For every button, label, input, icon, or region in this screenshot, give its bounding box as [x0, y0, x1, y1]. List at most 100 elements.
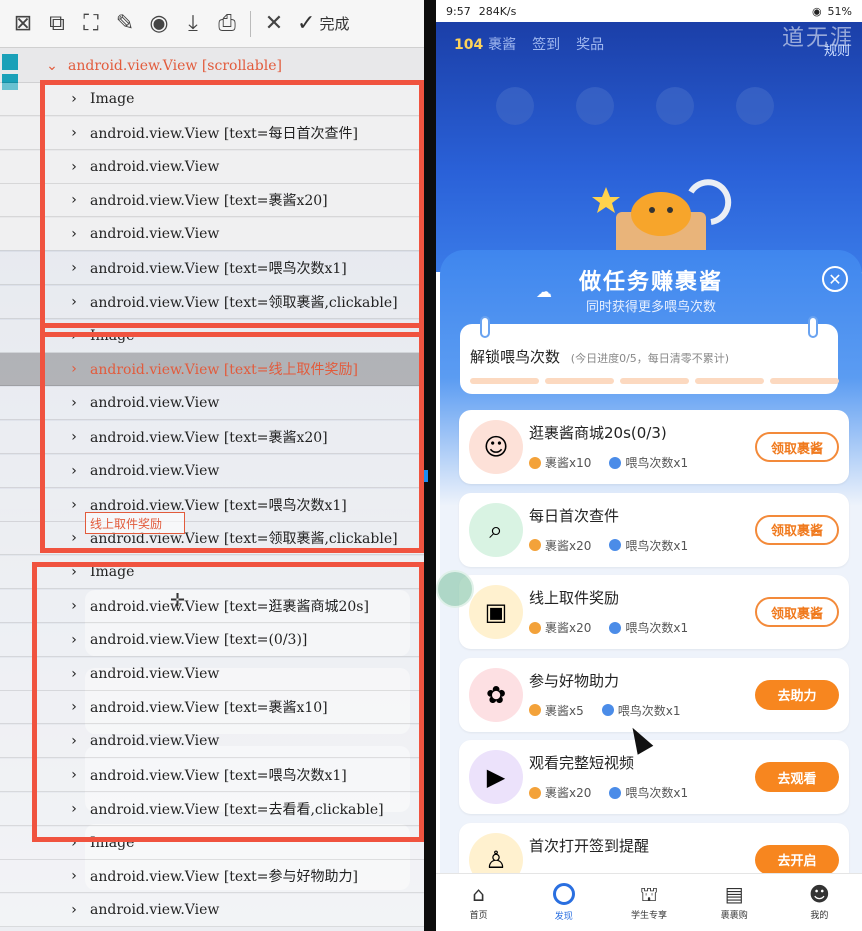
- bird-icon: [601, 704, 614, 716]
- highlight-box: [40, 80, 424, 337]
- bird-icon: [609, 456, 622, 469]
- progress-segment: [470, 378, 539, 384]
- coin-counter[interactable]: 104 裹酱: [454, 34, 516, 54]
- prize-link[interactable]: 奖品: [576, 34, 604, 54]
- chevron-right-icon: ›: [71, 902, 77, 919]
- coin-icon: [529, 621, 541, 634]
- tab-graduation-cap[interactable]: ⛫ 学生专享: [606, 874, 691, 931]
- rule-link[interactable]: 规则: [824, 40, 850, 59]
- task-item: ▶ 观看完整短视频裹酱x20 喂鸟次数x1 去观看: [459, 740, 849, 814]
- floating-button[interactable]: [436, 570, 474, 608]
- task-action-button[interactable]: 去助力: [755, 679, 839, 710]
- task-name: 每日首次查件: [529, 506, 620, 525]
- task-rewards: 裹酱x20 喂鸟次数x1: [529, 619, 688, 636]
- task-item: ☺ 逛裹酱商城20s(0/3) 裹酱x10 喂鸟次数x1 领取裹酱: [459, 410, 849, 484]
- graduation-cap-icon: ⛫: [639, 882, 659, 906]
- check-icon: ✓: [297, 11, 316, 36]
- chevron-down-icon: ⌄: [46, 58, 58, 74]
- shopping-box-icon: ▤: [724, 882, 744, 906]
- coin-icon: [529, 704, 541, 716]
- tree-node-header[interactable]: ⌄ android.view.View [scrollable]: [0, 50, 424, 83]
- crop-icon[interactable]: ⛶: [74, 4, 108, 44]
- task-name: 线上取件奖励: [529, 589, 620, 607]
- tab-discover[interactable]: 发现: [521, 874, 606, 931]
- split-divider[interactable]: [424, 0, 436, 931]
- progress-segment: [545, 378, 614, 384]
- sign-in-link[interactable]: 签到: [532, 34, 560, 54]
- task-card-title: 做任务赚裹酱: [578, 270, 723, 295]
- select-icon[interactable]: ⊠: [6, 4, 40, 44]
- task-icon: ✿: [469, 667, 523, 722]
- wifi-icon: ◉: [811, 4, 822, 18]
- close-icon[interactable]: ✕: [822, 266, 848, 292]
- crosshair-icon: ✛: [170, 590, 186, 611]
- bird-icon: [609, 621, 622, 634]
- pin-icon[interactable]: ✎: [108, 4, 142, 44]
- hero-banner: 104 裹酱 签到 奖品 道无涯 规则: [436, 22, 862, 272]
- screen: ⊠ ⧉ ⛶ ✎ ◉ ⤓ ⎙ ✕ ✓ 完成 ⌄ android.view.View…: [0, 0, 862, 931]
- profile-icon: ☻: [808, 882, 830, 906]
- coin-icon: [529, 456, 541, 469]
- record-icon[interactable]: ◉: [142, 4, 176, 44]
- inspector-toolbar: ⊠ ⧉ ⛶ ✎ ◉ ⤓ ⎙ ✕ ✓ 完成: [0, 0, 424, 48]
- task-name: 观看完整短视频: [529, 754, 635, 772]
- phone-screen: 9:57 284K/s ◉ 51% 104 裹酱 签到 奖品 道无涯 规则 ☁ …: [436, 0, 862, 931]
- progress-segment: [620, 378, 689, 384]
- hierarchy-panel: ⊠ ⧉ ⛶ ✎ ◉ ⤓ ⎙ ✕ ✓ 完成 ⌄ android.view.View…: [0, 0, 424, 931]
- tab-shopping-box[interactable]: ▤ 裹裹购: [692, 874, 777, 931]
- task-action-button[interactable]: 去观看: [755, 762, 839, 792]
- progress-note: (今日进度0/5，每日清零不累计): [570, 352, 730, 365]
- task-item: ✿ 参与好物助力裹酱x5 喂鸟次数x1 去助力: [459, 657, 849, 732]
- task-rewards: 裹酱x5 喂鸟次数x1: [529, 702, 681, 719]
- progress-title: 解锁喂鸟次数: [470, 348, 561, 366]
- task-name: 首次打开签到提醒: [529, 836, 650, 855]
- tree-node-label: android.view.View [text=参与好物助力]: [90, 869, 358, 886]
- task-action-button[interactable]: 去开启: [755, 844, 839, 875]
- toolbar-divider: [250, 10, 251, 37]
- task-rewards: 裹酱x10 喂鸟次数x1: [529, 454, 688, 471]
- close-icon[interactable]: ✕: [257, 4, 291, 44]
- task-action-button[interactable]: 领取裹酱: [755, 597, 839, 627]
- bird-icon: [609, 786, 622, 799]
- task-action-button[interactable]: 领取裹酱: [755, 514, 839, 545]
- task-card-subtitle: 同时获得更多喂鸟次数: [585, 300, 716, 315]
- tab-profile[interactable]: ☻ 我的: [777, 874, 862, 931]
- task-rewards: 裹酱x20 喂鸟次数x1: [529, 537, 688, 554]
- tree-node[interactable]: › android.view.View [text=参与好物助力]: [0, 860, 424, 894]
- progress-panel: 解锁喂鸟次数 (今日进度0/5，每日清零不累计): [460, 316, 839, 394]
- chevron-right-icon: ›: [71, 868, 77, 885]
- task-item: ▣ 线上取件奖励裹酱x20 喂鸟次数x1 领取裹酱: [459, 575, 849, 649]
- task-card: ☁ 做任务赚裹酱 同时获得更多喂鸟次数 ✕ 解锁喂鸟次数 (今日进度0/5，每日…: [440, 250, 862, 897]
- overlay-label: 线上取件奖励: [85, 512, 185, 534]
- status-bar: 9:57 284K/s ◉ 51%: [436, 0, 862, 22]
- bookmark-icon[interactable]: ⎙: [210, 4, 244, 44]
- progress-bars: [470, 378, 839, 384]
- progress-segment: [770, 378, 839, 384]
- task-icon: ▣: [469, 585, 523, 639]
- coin-icon: [529, 786, 541, 799]
- task-rewards: 裹酱x20 喂鸟次数x1: [529, 784, 688, 801]
- tree-node-label: android.view.View: [90, 902, 220, 919]
- home-icon: ⌂: [472, 882, 485, 906]
- tree-node[interactable]: › android.view.View: [0, 894, 424, 928]
- mascot-illustration: [592, 179, 732, 257]
- task-icon: ⌕: [469, 502, 523, 557]
- hero-stats: 104 裹酱 签到 奖品: [454, 34, 604, 54]
- task-item: ⌕ 每日首次查件裹酱x20 喂鸟次数x1 领取裹酱: [459, 492, 849, 567]
- task-icon: ☺: [469, 420, 523, 474]
- discover-icon: [552, 883, 575, 905]
- tab-home[interactable]: ⌂ 首页: [436, 874, 521, 931]
- task-name: 逛裹酱商城20s(0/3): [529, 424, 667, 442]
- bottom-tab-bar: ⌂ 首页 发现 ⛫ 学生专享 ▤ 裹裹购 ☻ 我的: [436, 873, 862, 931]
- progress-segment: [695, 378, 764, 384]
- task-name: 参与好物助力: [529, 671, 620, 690]
- coin-icon: [529, 539, 541, 551]
- download-icon[interactable]: ⤓: [176, 4, 210, 44]
- task-icon: ▶: [469, 750, 523, 804]
- task-action-button[interactable]: 领取裹酱: [755, 432, 839, 462]
- copy-icon[interactable]: ⧉: [40, 4, 74, 44]
- hero-coin-row: [496, 87, 774, 125]
- done-button[interactable]: ✓ 完成: [297, 11, 349, 36]
- bird-icon: [609, 539, 622, 551]
- highlight-box: [32, 562, 424, 842]
